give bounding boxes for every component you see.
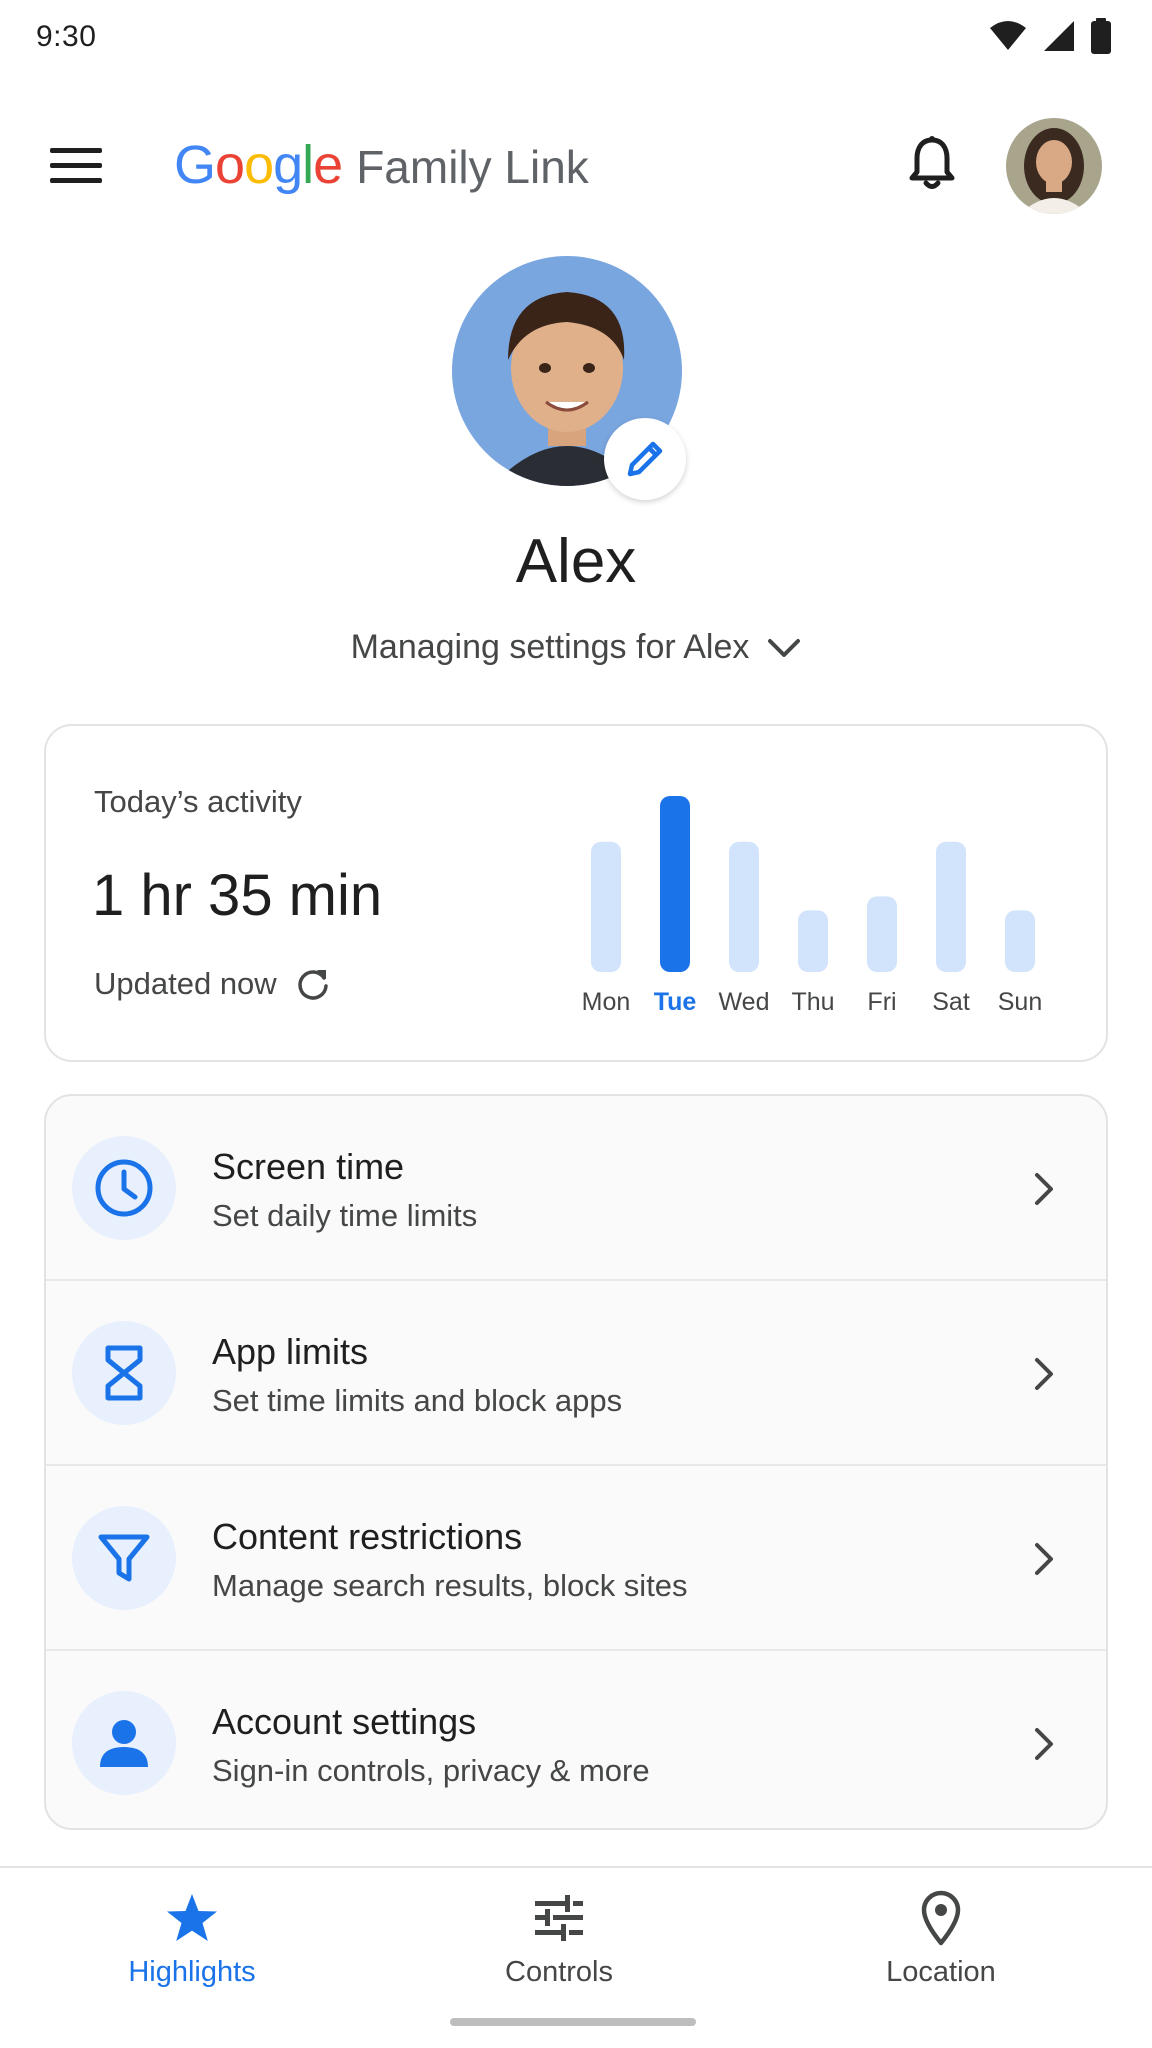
refresh-icon[interactable] <box>295 966 331 1002</box>
managing-text: Managing settings for Alex <box>350 628 750 666</box>
item-icon-container <box>72 1691 176 1795</box>
chart-bar-fri <box>867 896 897 972</box>
chart-label-tue: Tue <box>654 988 697 1016</box>
google-letter: o <box>244 135 274 195</box>
activity-label: Today’s activity <box>94 784 302 819</box>
activity-card[interactable]: Today’s activity 1 hr 35 min Updated now… <box>44 724 1108 1062</box>
settings-item-screen-time[interactable]: Screen time Set daily time limits <box>46 1096 1106 1281</box>
activity-updated-row: Updated now <box>94 966 331 1002</box>
google-letter: g <box>273 135 303 195</box>
hourglass-icon <box>105 1345 143 1401</box>
google-letter: l <box>302 135 314 195</box>
chart-bar-wed <box>729 841 759 972</box>
google-wordmark: Google <box>174 134 343 196</box>
app-logo: Google Family Link <box>174 134 589 196</box>
app-bar: Google Family Link <box>0 110 1152 220</box>
status-time: 9:30 <box>36 20 97 53</box>
activity-total: 1 hr 35 min <box>92 863 383 928</box>
bell-icon <box>909 136 955 189</box>
nav-tab-location[interactable]: Location <box>816 1888 1066 1989</box>
chevron-right-icon <box>1024 1166 1064 1212</box>
child-name: Alex <box>515 527 637 596</box>
item-subtitle: Manage search results, block sites <box>212 1568 688 1603</box>
nav-tab-highlights[interactable]: Highlights <box>67 1888 317 1989</box>
chevron-down-icon <box>768 638 801 657</box>
chart-bar-tue <box>660 796 690 972</box>
account-avatar[interactable] <box>1006 118 1102 214</box>
chevron-right-icon <box>1024 1721 1064 1767</box>
nav-label: Location <box>886 1956 996 1988</box>
chart-label-mon: Mon <box>582 988 631 1016</box>
item-subtitle: Sign-in controls, privacy & more <box>212 1753 650 1788</box>
chart-label-thu: Thu <box>791 988 834 1016</box>
nav-label: Controls <box>505 1956 613 1988</box>
item-icon-container <box>72 1136 176 1240</box>
edit-photo-button[interactable] <box>604 418 686 500</box>
item-title: Screen time <box>212 1146 405 1187</box>
item-subtitle: Set time limits and block apps <box>212 1383 623 1418</box>
clock-icon <box>95 1159 153 1217</box>
settings-item-content-restrictions[interactable]: Content restrictions Manage search resul… <box>46 1466 1106 1651</box>
chart-label-fri: Fri <box>867 988 896 1016</box>
chevron-right-icon <box>1024 1351 1064 1397</box>
status-bar: 9:30 <box>0 0 1152 78</box>
item-title: App limits <box>212 1331 369 1372</box>
hamburger-menu-icon <box>50 148 102 183</box>
weekly-activity-chart: Mon Tue Wed Thu Fri Sat Sun <box>572 776 1092 1036</box>
nav-tab-controls[interactable]: Controls <box>434 1888 684 1989</box>
nav-label: Highlights <box>128 1956 256 1988</box>
settings-item-app-limits[interactable]: App limits Set time limits and block app… <box>46 1281 1106 1466</box>
google-letter: G <box>174 135 216 195</box>
item-title: Content restrictions <box>212 1516 523 1557</box>
activity-updated-text: Updated now <box>94 966 277 1001</box>
settings-item-account-settings[interactable]: Account settings Sign-in controls, priva… <box>46 1651 1106 1828</box>
item-subtitle: Set daily time limits <box>212 1198 478 1233</box>
status-icons <box>988 18 1112 54</box>
battery-icon <box>1091 18 1111 54</box>
account-photo <box>1006 118 1102 214</box>
pencil-icon <box>627 441 663 477</box>
chart-label-sun: Sun <box>998 988 1042 1016</box>
menu-button[interactable] <box>40 138 112 194</box>
activity-chart-svg: Mon Tue Wed Thu Fri Sat Sun <box>582 796 1042 1016</box>
chart-bar-thu <box>798 910 828 972</box>
chevron-right-icon <box>1024 1536 1064 1582</box>
google-letter: e <box>313 135 343 195</box>
chart-label-wed: Wed <box>719 988 770 1016</box>
chart-bar-sun <box>1005 910 1035 972</box>
filter-icon <box>98 1534 150 1582</box>
wifi-icon <box>990 21 1026 50</box>
chart-bar-mon <box>591 841 621 972</box>
item-title: Account settings <box>212 1701 477 1742</box>
sliders-icon <box>535 1895 583 1941</box>
star-icon <box>167 1894 217 1941</box>
google-letter: o <box>215 135 245 195</box>
product-name: Family Link <box>356 141 589 193</box>
chart-label-sat: Sat <box>932 988 970 1016</box>
chart-bar-sat <box>936 841 966 972</box>
gesture-handle[interactable] <box>450 2018 696 2026</box>
item-icon-container <box>72 1506 176 1610</box>
person-icon <box>100 1720 148 1767</box>
notifications-button[interactable] <box>900 132 964 196</box>
item-icon-container <box>72 1321 176 1425</box>
settings-list: Screen time Set daily time limits App li… <box>44 1094 1108 1830</box>
signal-icon <box>1044 21 1074 51</box>
location-pin-icon <box>921 1890 961 1946</box>
managing-selector[interactable]: Managing settings for Alex <box>0 628 1152 667</box>
